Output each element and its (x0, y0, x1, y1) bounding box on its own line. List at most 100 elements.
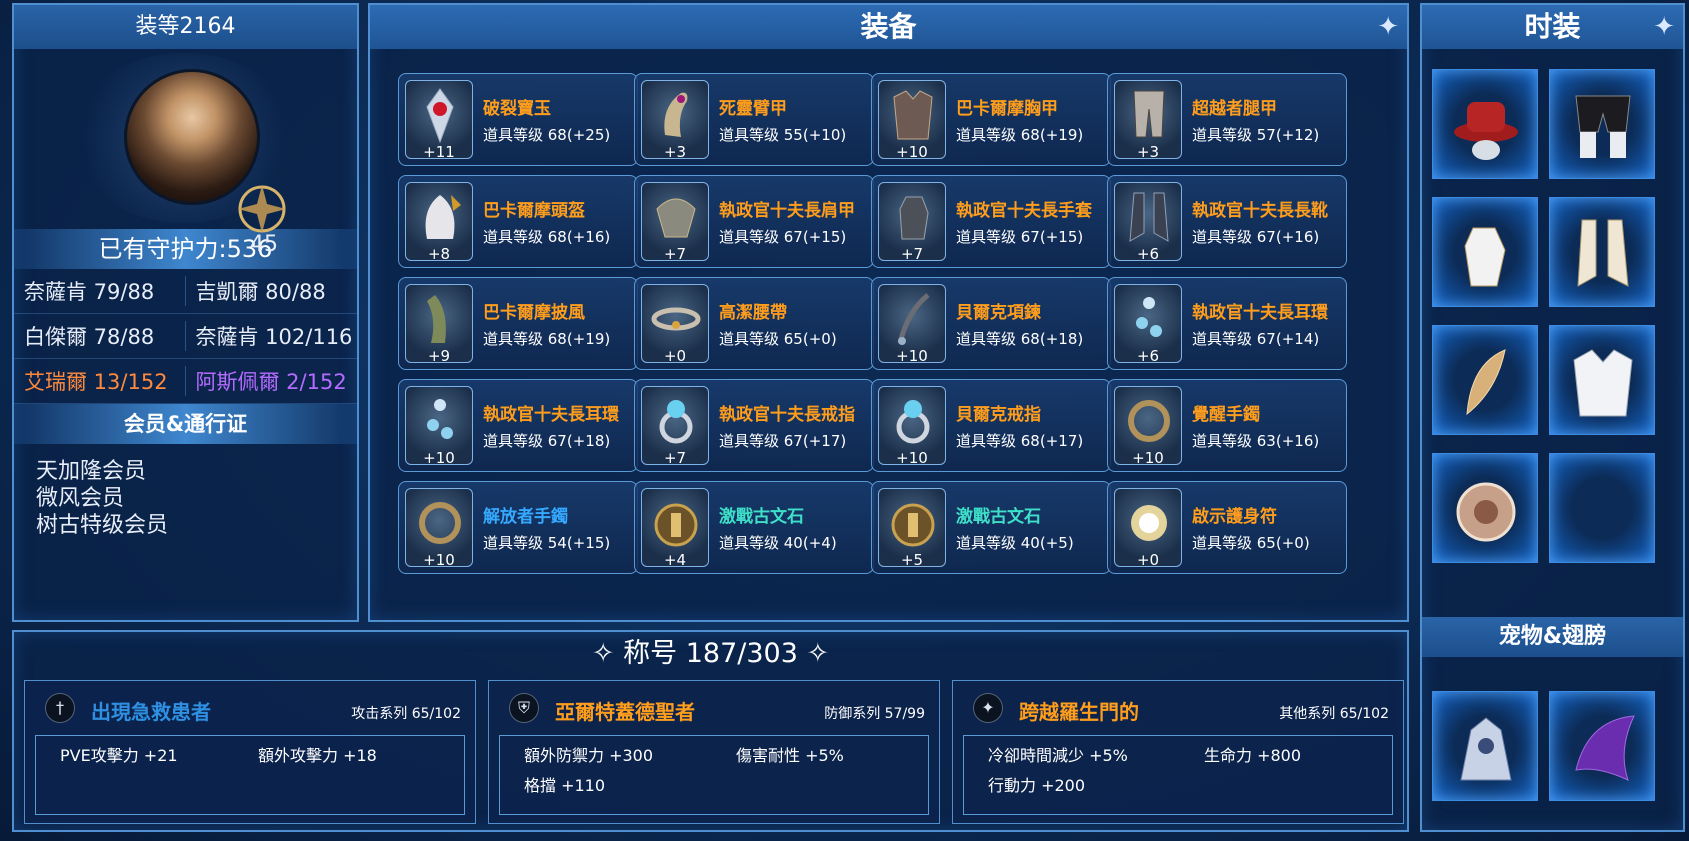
item-name: 巴卡爾摩披風 (483, 303, 585, 323)
wings-slot[interactable] (1549, 691, 1655, 801)
item-level: 道具等级 68(+17) (956, 432, 1084, 450)
equipment-slot[interactable]: +7 執政官十夫長手套 道具等级 67(+15) (871, 175, 1111, 268)
fashion-slot[interactable] (1432, 453, 1538, 563)
title-effect: 冷卻時間減少 +5% (988, 746, 1128, 765)
item-name: 巴卡爾摩胸甲 (956, 99, 1058, 119)
sparkle-icon: ✦ (1377, 12, 1399, 42)
enhance-level: +7 (663, 449, 687, 467)
sparkle-icon: ✦ (1653, 12, 1675, 42)
item-level: 道具等级 65(+0) (1192, 534, 1310, 552)
enhance-level: +3 (663, 143, 687, 161)
item-name: 貝爾克戒指 (956, 405, 1041, 425)
enhance-level: +11 (423, 143, 455, 161)
equipment-slot[interactable]: +10 貝爾克戒指 道具等级 68(+17) (871, 379, 1111, 472)
hat-icon (1454, 102, 1518, 160)
equipment-slot[interactable]: +3 超越者腿甲 道具等级 57(+12) (1107, 73, 1347, 166)
item-level: 道具等级 68(+16) (483, 228, 611, 246)
enhance-level: +0 (663, 347, 687, 365)
title-effect: 額外攻擊力 +18 (258, 746, 377, 765)
title-name: 跨越羅生門的 (1019, 700, 1139, 724)
membership-item: 树古特级会员 (36, 513, 169, 538)
equipment-slot[interactable]: +6 執政官十夫長耳環 道具等级 67(+14) (1107, 277, 1347, 370)
equipment-slot[interactable]: +7 執政官十夫長戒指 道具等级 67(+17) (634, 379, 874, 472)
item-name: 執政官十夫長手套 (956, 201, 1092, 221)
enhance-level: +0 (1136, 551, 1160, 569)
item-level: 道具等级 67(+15) (956, 228, 1084, 246)
equipment-slot[interactable]: +10 巴卡爾摩胸甲 道具等级 68(+19) (871, 73, 1111, 166)
wings-icon (1575, 715, 1635, 781)
stat-value: 白傑爾 78/88 (14, 321, 186, 351)
item-name: 激戰古文石 (956, 507, 1041, 527)
equipment-slot[interactable]: +5 激戰古文石 道具等级 40(+5) (871, 481, 1111, 574)
item-level: 道具等级 65(+0) (719, 330, 837, 348)
equipment-slot[interactable]: +0 高潔腰帶 道具等级 65(+0) (634, 277, 874, 370)
enhance-level: +8 (427, 245, 451, 263)
title-series: 防御系列 57/99 (824, 706, 925, 722)
fashion-slot[interactable] (1432, 197, 1538, 307)
equipment-slot[interactable]: +4 激戰古文石 道具等级 40(+4) (634, 481, 874, 574)
portrait-area: 45 (14, 49, 357, 257)
title-effects: 冷卻時間減少 +5% 生命力 +800 行動力 +200 (963, 735, 1393, 815)
fashion-slot[interactable] (1549, 197, 1655, 307)
equipment-slot[interactable]: +0 啟示護身符道具等级 65(+0) (1107, 481, 1347, 574)
fashion-slot[interactable] (1549, 325, 1655, 435)
right-arrow-icon: ✧ (806, 638, 830, 669)
enhance-level: +10 (896, 347, 928, 365)
title-name: 出現急救患者 (91, 700, 211, 724)
item-name: 執政官十夫長長靴 (1192, 201, 1328, 221)
stat-value: 奈薩肯 79/88 (14, 276, 186, 306)
item-level: 道具等级 68(+19) (483, 330, 611, 348)
enhance-level: +10 (896, 143, 928, 161)
title-card[interactable]: † 出現急救患者 攻击系列 65/102 PVE攻擊力 +21 額外攻擊力 +18 (24, 680, 476, 824)
enhance-level: +5 (900, 551, 924, 569)
item-name: 超越者腿甲 (1192, 99, 1277, 119)
pet-icon (1460, 717, 1512, 781)
equipment-slot[interactable]: +9 巴卡爾摩披風 道具等级 68(+19) (398, 277, 638, 370)
equipment-slot[interactable]: +3 死靈臂甲 道具等级 55(+10) (634, 73, 874, 166)
item-level: 道具等级 67(+15) (719, 228, 847, 246)
title-effect: 行動力 +200 (988, 776, 1086, 795)
fashion-panel: 时装 ✦ 宠物&翅膀 (1420, 3, 1685, 832)
equipment-slot[interactable]: +7 執政官十夫長肩甲 道具等级 67(+15) (634, 175, 874, 268)
membership-item: 微风会员 (36, 486, 125, 511)
fashion-slot[interactable] (1432, 325, 1538, 435)
stat-row: 艾瑞爾 13/152 阿斯佩爾 2/152 (14, 359, 357, 404)
equipment-slot[interactable]: +10 貝爾克項鍊 道具等级 68(+18) (871, 277, 1111, 370)
equipment-slot[interactable]: +11 破裂寶玉 道具等级 68(+25) (398, 73, 638, 166)
equipment-slot[interactable]: +8 巴卡爾摩頭盔道具等级 68(+16) (398, 175, 638, 268)
title-card[interactable]: ✦ 跨越羅生門的 其他系列 65/102 冷卻時間減少 +5% 生命力 +800 行動力 … (952, 680, 1404, 824)
enhance-level: +6 (1136, 347, 1160, 365)
item-level: 道具等级 63(+16) (1192, 432, 1320, 450)
item-level: 道具等级 67(+17) (719, 432, 847, 450)
jacket-icon (1573, 349, 1633, 417)
titles-panel: ✧ 称号 187/303 ✧ † 出現急救患者 攻击系列 65/102 PVE攻擊力 … (12, 630, 1409, 832)
item-name: 執政官十夫長耳環 (1192, 303, 1328, 323)
enhance-level: +6 (1136, 245, 1160, 263)
equipment-slot[interactable]: +10 覺醒手鐲 道具等级 63(+16) (1107, 379, 1347, 472)
fashion-slot[interactable] (1549, 69, 1655, 179)
item-level: 道具等级 67(+16) (1192, 228, 1320, 246)
item-name: 貝爾克項鍊 (956, 303, 1041, 323)
title-effect: 格擋 +110 (524, 776, 606, 795)
item-level: 道具等级 57(+12) (1192, 126, 1320, 144)
equipment-slot[interactable]: +6 執政官十夫長長靴 道具等级 67(+16) (1107, 175, 1347, 268)
gear-score: 装等2164 (14, 5, 357, 49)
fashion-slot[interactable] (1549, 453, 1655, 563)
shield-icon: ⛨ (509, 693, 539, 723)
item-name: 執政官十夫長肩甲 (719, 201, 855, 221)
fashion-slot[interactable] (1432, 69, 1538, 179)
title-card[interactable]: ⛨ 亞爾特蓋德聖者 防御系列 57/99 額外防禦力 +300 傷害耐性 +5% 格擋 +… (488, 680, 940, 824)
membership-item: 天加隆会员 (36, 459, 147, 484)
enhance-level: +7 (900, 245, 924, 263)
equipment-slot[interactable]: +10 執政官十夫長耳環 道具等级 67(+18) (398, 379, 638, 472)
pet-slot[interactable] (1432, 691, 1538, 801)
fashion-title: 时装 (1524, 10, 1581, 43)
enhance-level: +10 (423, 449, 455, 467)
titles-count: 称号 187/303 (623, 638, 798, 669)
item-name: 破裂寶玉 (483, 99, 551, 119)
title-effect: 額外防禦力 +300 (524, 746, 654, 765)
item-name: 啟示護身符 (1192, 507, 1277, 527)
enhance-level: +10 (1132, 449, 1164, 467)
equipment-slot[interactable]: +10 解放者手鐲 道具等级 54(+15) (398, 481, 638, 574)
item-name: 巴卡爾摩頭盔 (483, 201, 585, 221)
